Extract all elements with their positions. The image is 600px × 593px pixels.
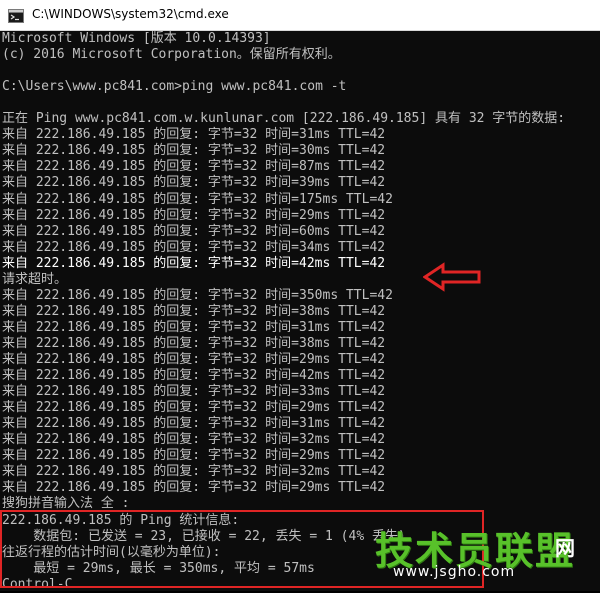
- console-line: 来自 222.186.49.185 的回复: 字节=32 时间=29ms TTL…: [2, 352, 386, 367]
- title-bar[interactable]: C:\WINDOWS\system32\cmd.exe: [0, 0, 600, 31]
- console-line: 正在 Ping www.pc841.com.w.kunlunar.com [22…: [2, 111, 566, 127]
- left-arrow-annotation-icon: [423, 262, 481, 292]
- console-output[interactable]: Microsoft Windows [版本 10.0.14393] (c) 201…: [0, 31, 600, 592]
- console-line: 来自 222.186.49.185 的回复: 字节=32 时间=29ms TTL…: [2, 207, 386, 223]
- console-line: 来自 222.186.49.185 的回复: 字节=32 时间=39ms TTL…: [2, 175, 386, 191]
- console-line: 来自 222.186.49.185 的回复: 字节=32 时间=30ms TTL…: [2, 143, 386, 159]
- console-line: 来自 222.186.49.185 的回复: 字节=32 时间=42ms TTL…: [2, 368, 386, 384]
- console-line: 来自 222.186.49.185 的回复: 字节=32 时间=38ms TTL…: [2, 335, 386, 351]
- console-line: Microsoft Windows [版本 10.0.14393]: [2, 31, 271, 46]
- console-line: 来自 222.186.49.185 的回复: 字节=32 时间=32ms TTL…: [2, 464, 386, 480]
- console-line: 来自 222.186.49.185 的回复: 字节=32 时间=31ms TTL…: [2, 319, 386, 335]
- console-line: 来自 222.186.49.185 的回复: 字节=32 时间=42ms TTL…: [2, 255, 386, 271]
- console-line: 往返行程的估计时间(以毫秒为单位):: [2, 544, 221, 560]
- console-line: 搜狗拼音输入法 全 :: [2, 496, 130, 512]
- console-line: 来自 222.186.49.185 的回复: 字节=32 时间=87ms TTL…: [2, 159, 386, 175]
- console-line: 来自 222.186.49.185 的回复: 字节=32 时间=34ms TTL…: [2, 239, 386, 255]
- cmd-window: C:\WINDOWS\system32\cmd.exe Microsoft Wi…: [0, 0, 600, 592]
- console-line: 来自 222.186.49.185 的回复: 字节=32 时间=175ms TT…: [2, 191, 393, 207]
- console-line: 最短 = 29ms, 最长 = 350ms, 平均 = 57ms: [2, 560, 315, 576]
- console-line: 来自 222.186.49.185 的回复: 字节=32 时间=38ms TTL…: [2, 303, 386, 319]
- console-line: 222.186.49.185 的 Ping 统计信息:: [2, 512, 240, 528]
- console-line: 来自 222.186.49.185 的回复: 字节=32 时间=32ms TTL…: [2, 432, 386, 448]
- console-line: 来自 222.186.49.185 的回复: 字节=32 时间=31ms TTL…: [2, 127, 386, 143]
- console-line: (c) 2016 Microsoft Corporation。保留所有权利。: [2, 47, 341, 63]
- console-line: 来自 222.186.49.185 的回复: 字节=32 时间=29ms TTL…: [2, 448, 386, 464]
- console-line: 来自 222.186.49.185 的回复: 字节=32 时间=29ms TTL…: [2, 480, 386, 496]
- console-line: 来自 222.186.49.185 的回复: 字节=32 时间=31ms TTL…: [2, 416, 386, 432]
- console-line: 请求超时。: [2, 271, 68, 287]
- console-line: 数据包: 已发送 = 23, 已接收 = 22, 丢失 = 1 (4% 丢失),: [2, 528, 414, 544]
- console-line: Control-C: [2, 576, 73, 592]
- console-line: 来自 222.186.49.185 的回复: 字节=32 时间=33ms TTL…: [2, 384, 386, 400]
- console-line: C:\Users\www.pc841.com>ping www.pc841.co…: [2, 79, 347, 95]
- console-line: 来自 222.186.49.185 的回复: 字节=32 时间=29ms TTL…: [2, 400, 386, 416]
- cmd-icon: [8, 8, 24, 23]
- window-title: C:\WINDOWS\system32\cmd.exe: [32, 7, 229, 21]
- console-line: 来自 222.186.49.185 的回复: 字节=32 时间=60ms TTL…: [2, 223, 386, 239]
- console-line: 来自 222.186.49.185 的回复: 字节=32 时间=350ms TT…: [2, 287, 393, 303]
